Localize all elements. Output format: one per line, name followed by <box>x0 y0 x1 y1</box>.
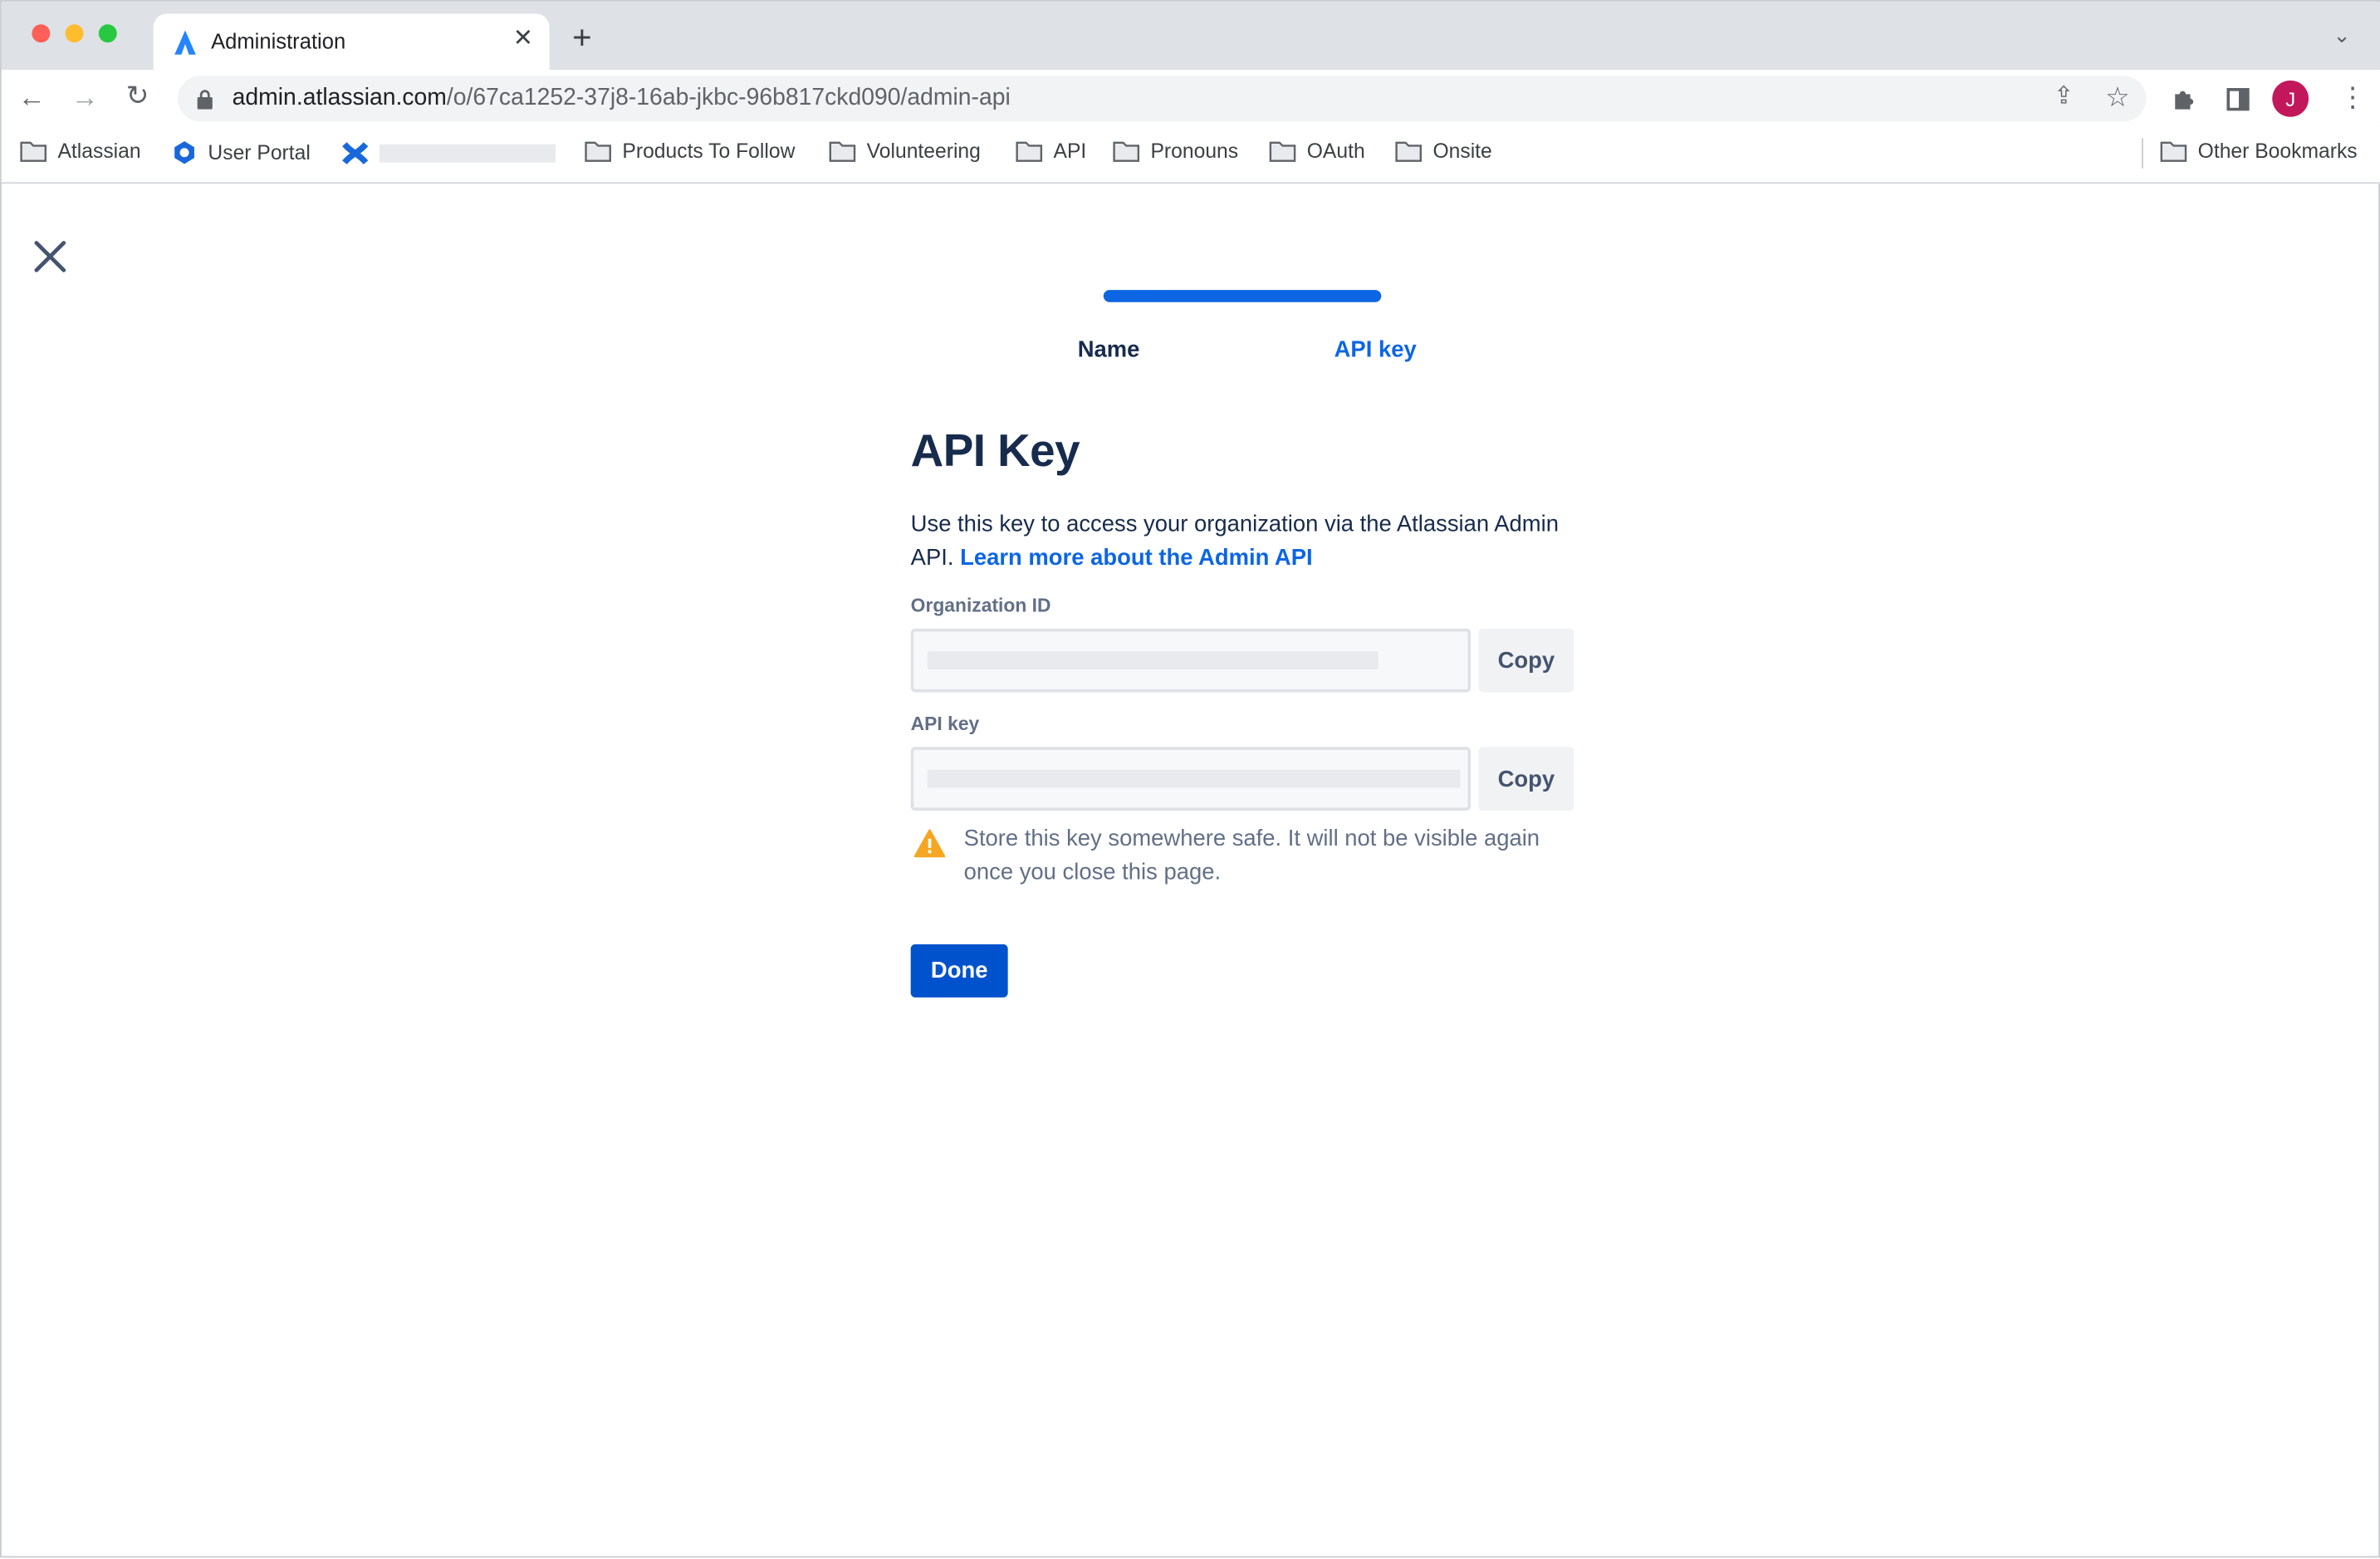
bookmark-label: OAuth <box>1306 140 1365 163</box>
folder-icon <box>20 140 47 162</box>
org-id-field[interactable] <box>910 628 1472 693</box>
bookmarks-divider <box>2142 138 2143 169</box>
bookmark-star-icon[interactable]: ☆ <box>2105 84 2130 111</box>
bookmark-label: Pronouns <box>1150 140 1239 163</box>
bookmark-atlassian[interactable]: Atlassian <box>20 140 141 163</box>
bookmark-label: Volunteering <box>866 140 981 163</box>
folder-icon <box>1269 140 1296 162</box>
page-content: Name API key API Key Use this key to acc… <box>2 184 2380 1559</box>
api-key-label: API key <box>910 713 980 735</box>
new-tab-icon[interactable]: + <box>572 21 592 55</box>
atlassian-logo-icon <box>174 30 196 55</box>
page-title: API Key <box>910 426 1080 477</box>
step-name: Name <box>1077 336 1140 363</box>
redacted-value <box>927 769 1461 788</box>
bookmark-other-bookmarks[interactable]: Other Bookmarks <box>2160 140 2358 163</box>
bookmark-onsite[interactable]: Onsite <box>1395 140 1492 163</box>
org-id-label: Organization ID <box>910 595 1051 617</box>
side-panel-icon[interactable] <box>2226 88 2250 111</box>
wizard-progress-fill <box>1103 290 1382 302</box>
minimize-window-button[interactable] <box>65 24 84 43</box>
back-icon[interactable]: ← <box>18 84 46 111</box>
profile-avatar[interactable]: J <box>2272 80 2309 117</box>
bookmark-api[interactable]: API <box>1016 140 1087 163</box>
forward-icon[interactable]: → <box>71 84 99 111</box>
browser-toolbar: ← → ↻ admin.atlassian.com/o/67ca1252-37j… <box>1 70 2380 126</box>
bookmark-redacted[interactable] <box>341 140 556 167</box>
warning-message: Store this key somewhere safe. It will n… <box>963 826 1540 885</box>
browser-menu-icon[interactable]: ⋮ <box>2339 84 2367 111</box>
folder-icon <box>2160 140 2187 162</box>
redacted-label <box>379 144 556 163</box>
folder-icon <box>1395 140 1423 162</box>
copy-api-key-button[interactable]: Copy <box>1478 747 1574 811</box>
folder-icon <box>585 140 611 162</box>
tab-administration[interactable]: Administration ✕ <box>153 13 550 71</box>
tab-title: Administration <box>211 28 346 53</box>
bookmark-pronouns[interactable]: Pronouns <box>1113 140 1239 163</box>
copy-org-id-button[interactable]: Copy <box>1478 628 1574 693</box>
tab-strip: Administration ✕ + ⌄ <box>1 1 2380 71</box>
folder-icon <box>829 140 856 162</box>
share-icon[interactable]: ⇪ <box>2054 84 2074 109</box>
close-window-button[interactable] <box>32 24 51 43</box>
folder-icon <box>1113 140 1140 162</box>
address-bar[interactable]: admin.atlassian.com/o/67ca1252-37j8-16ab… <box>177 76 2147 122</box>
folder-icon <box>1016 140 1043 162</box>
bookmark-label: Other Bookmarks <box>2197 140 2358 163</box>
bookmark-user-portal[interactable]: User Portal <box>172 140 311 165</box>
url-host: admin.atlassian.com <box>232 85 447 111</box>
bookmarks-bar: Atlassian User Portal Products To Follow… <box>1 125 2380 184</box>
page-description: Use this key to access your organization… <box>911 508 1564 575</box>
bookmark-label: API <box>1053 140 1087 163</box>
bookmark-label: Atlassian <box>57 140 141 163</box>
api-key-field[interactable] <box>910 747 1472 811</box>
bookmark-label: Onsite <box>1432 140 1492 163</box>
lock-icon <box>197 90 213 110</box>
user-portal-icon <box>174 140 194 164</box>
reload-icon[interactable]: ↻ <box>126 82 149 110</box>
bookmark-label: Products To Follow <box>622 140 796 163</box>
url-text[interactable]: admin.atlassian.com/o/67ca1252-37j8-16ab… <box>233 85 1011 112</box>
redacted-value <box>927 651 1379 670</box>
warning-icon <box>913 829 946 858</box>
confluence-icon <box>342 142 369 165</box>
extensions-puzzle-icon[interactable] <box>2172 86 2198 112</box>
wizard-progress-track <box>1103 290 1382 302</box>
learn-more-link[interactable]: Learn more about the Admin API <box>960 545 1313 571</box>
browser-window: Administration ✕ + ⌄ ← → ↻ admin.atlassi… <box>0 0 2380 1559</box>
tab-close-icon[interactable]: ✕ <box>513 27 534 51</box>
maximize-window-button[interactable] <box>98 24 117 43</box>
close-icon[interactable] <box>33 240 66 273</box>
bookmark-label: User Portal <box>208 140 311 164</box>
tab-search-chevron-icon[interactable]: ⌄ <box>2333 24 2350 46</box>
step-api-key: API key <box>1334 336 1417 363</box>
url-path: /o/67ca1252-37j8-16ab-jkbc-96b817ckd090/… <box>446 85 1011 111</box>
bookmark-volunteering[interactable]: Volunteering <box>829 140 981 163</box>
bookmark-oauth[interactable]: OAuth <box>1269 140 1365 163</box>
done-button[interactable]: Done <box>910 944 1008 998</box>
bookmark-products-to-follow[interactable]: Products To Follow <box>585 140 796 163</box>
